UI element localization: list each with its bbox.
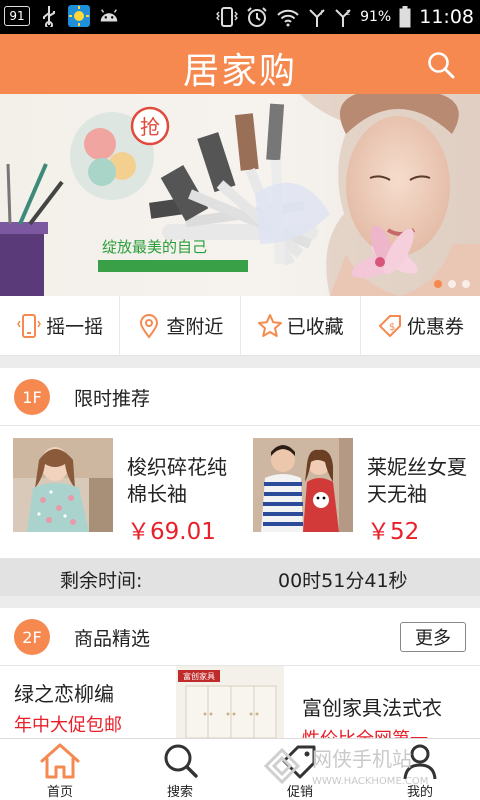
svg-text:2: 2 <box>346 9 350 17</box>
search-icon[interactable] <box>426 50 456 80</box>
featured-item-left[interactable]: 绿之恋柳编 年中大促包邮 <box>14 678 122 737</box>
weather-sun-icon <box>68 5 90 27</box>
android-icon <box>98 5 120 27</box>
banner-dot[interactable] <box>434 280 442 288</box>
product-card[interactable]: 梭织碎花纯棉长袖 ￥69.01 <box>13 438 239 546</box>
section-header-featured: 2F 商品精选 更多 <box>0 608 480 666</box>
featured-item-title: 富创家具法式衣 <box>302 696 442 720</box>
countdown-label: 剩余时间: <box>60 570 143 592</box>
search-icon <box>164 744 198 778</box>
tag-icon <box>282 745 316 779</box>
quick-nav-label: 摇一摇 <box>46 316 104 338</box>
product-name: 梭织碎花纯棉长袖 <box>127 455 227 506</box>
featured-item-title: 绿之恋柳编 <box>14 682 114 706</box>
product-price: ￥52 <box>367 519 420 545</box>
section-divider <box>0 596 480 608</box>
bottom-nav-label: 搜索 <box>166 785 193 800</box>
usb-icon <box>38 5 60 27</box>
product-price: ￥69.01 <box>127 519 216 545</box>
bottom-nav-promotions[interactable]: 促销 <box>240 739 360 800</box>
battery-percent: 91% <box>360 9 392 25</box>
svg-text:!: ! <box>320 9 323 17</box>
status-bar: 91 ! 2 91% 11:08 <box>0 0 480 34</box>
banner-dot[interactable] <box>462 280 470 288</box>
featured-item-image[interactable]: 富创家具 <box>176 666 284 738</box>
more-button[interactable]: 更多 <box>400 622 466 652</box>
bottom-nav-home[interactable]: 首页 <box>0 739 120 800</box>
floor-badge: 2F <box>14 619 50 655</box>
section-header-limited: 1F 限时推荐 <box>0 368 480 426</box>
quick-nav-favorites[interactable]: 已收藏 <box>241 296 361 355</box>
app-title: 居家购 <box>182 51 297 92</box>
notification-count-badge: 91 <box>4 6 30 26</box>
promo-banner[interactable]: 抢 绽放最美的自己 <box>0 94 480 296</box>
quick-nav-shake[interactable]: 摇一摇 <box>0 296 121 355</box>
bottom-nav-label: 首页 <box>46 785 73 800</box>
floor-badge: 1F <box>14 379 50 415</box>
banner-tagline: 绽放最美的自己 <box>102 238 207 256</box>
status-time: 11:08 <box>419 6 474 28</box>
quick-nav: 摇一摇 查附近 已收藏 $ 优惠券 <box>0 296 480 356</box>
svg-text:$: $ <box>389 322 395 333</box>
location-pin-icon <box>140 313 159 339</box>
bottom-nav-search[interactable]: 搜索 <box>120 739 240 800</box>
product-card[interactable]: 莱妮丝女夏天无袖 ￥52 <box>253 438 479 546</box>
featured-item-subtitle: 年中大促包邮 <box>14 715 122 736</box>
featured-item-right[interactable]: 富创家具法式衣 性价比全网第一 <box>302 692 442 738</box>
wifi-icon <box>277 9 299 27</box>
countdown-value: 00时51分41秒 <box>278 570 408 592</box>
product-image <box>253 438 353 532</box>
bottom-nav-label: 促销 <box>286 785 313 800</box>
featured-products: 绿之恋柳编 年中大促包邮 富创家具 富创家具法式衣 性价比全网第一 <box>0 666 480 738</box>
battery-icon <box>399 6 411 28</box>
featured-item-subtitle: 性价比全网第一 <box>302 725 442 738</box>
coupon-icon: $ <box>378 314 401 337</box>
signal-1-icon: ! <box>309 9 325 27</box>
product-image <box>13 438 113 532</box>
banner-pagination <box>434 280 470 288</box>
signal-2-icon: 2 <box>335 9 351 27</box>
app-header: 居家购 <box>0 34 480 94</box>
alarm-icon <box>247 7 267 27</box>
product-name: 莱妮丝女夏天无袖 <box>367 455 467 506</box>
phone-shake-icon <box>17 313 42 338</box>
bottom-nav: 首页 搜索 促销 我的 <box>0 738 480 800</box>
bottom-nav-label: 我的 <box>406 785 433 800</box>
section-divider <box>0 356 480 368</box>
quick-nav-coupons[interactable]: $ 优惠券 <box>361 296 480 355</box>
star-icon <box>257 313 282 337</box>
section-title: 商品精选 <box>74 628 151 650</box>
quick-nav-nearby[interactable]: 查附近 <box>120 296 241 355</box>
quick-nav-label: 优惠券 <box>406 316 464 338</box>
user-icon <box>403 744 437 780</box>
quick-nav-label: 已收藏 <box>286 316 344 338</box>
quick-nav-label: 查附近 <box>166 316 224 338</box>
home-icon <box>40 743 80 779</box>
countdown-bar: 剩余时间: 00时51分41秒 <box>0 558 480 596</box>
bottom-nav-mine[interactable]: 我的 <box>360 739 480 800</box>
limited-products: 梭织碎花纯棉长袖 ￥69.01 莱妮丝女夏天无袖 ￥52 <box>0 426 480 558</box>
section-title: 限时推荐 <box>74 388 151 410</box>
vibrate-icon <box>216 7 239 27</box>
banner-sticker-text: 抢 <box>140 115 160 139</box>
banner-dot[interactable] <box>448 280 456 288</box>
featured-image-caption: 富创家具 <box>183 671 215 681</box>
banner-image: 抢 绽放最美的自己 <box>0 94 480 296</box>
